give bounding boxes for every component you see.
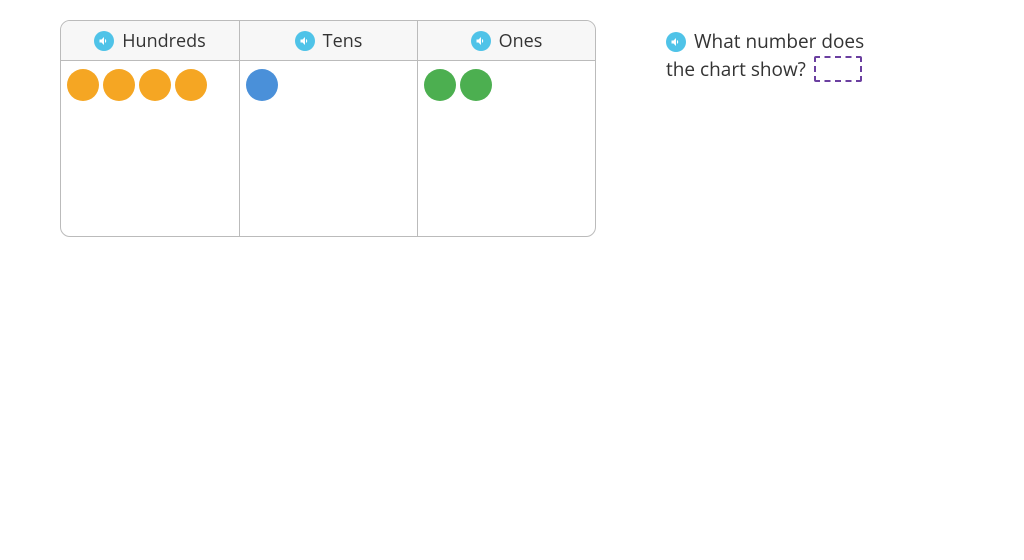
hundreds-dot (139, 69, 171, 101)
pv-header-tens: Tens (240, 21, 417, 61)
tens-dot (246, 69, 278, 101)
question-line-1: What number does (666, 28, 864, 56)
pv-column-hundreds: Hundreds (61, 21, 239, 236)
pv-header-label: Tens (323, 29, 363, 53)
ones-dot (424, 69, 456, 101)
question-text-2: the chart show? (666, 56, 806, 84)
question-panel: What number does the chart show? (666, 20, 864, 83)
speaker-icon[interactable] (94, 31, 114, 51)
ones-dot (460, 69, 492, 101)
answer-input[interactable] (814, 56, 862, 82)
speaker-icon[interactable] (295, 31, 315, 51)
hundreds-dot (103, 69, 135, 101)
pv-header-label: Ones (499, 29, 543, 53)
question-line-2: the chart show? (666, 56, 864, 84)
place-value-table: Hundreds Tens Ones (60, 20, 596, 237)
main-container: Hundreds Tens Ones What number does the ch… (0, 0, 1024, 237)
pv-column-tens: Tens (239, 21, 417, 236)
pv-body-tens (240, 61, 417, 236)
pv-header-ones: Ones (418, 21, 595, 61)
pv-body-ones (418, 61, 595, 236)
question-text-1: What number does (694, 28, 864, 56)
pv-body-hundreds (61, 61, 239, 236)
pv-header-hundreds: Hundreds (61, 21, 239, 61)
pv-column-ones: Ones (417, 21, 595, 236)
hundreds-dot (67, 69, 99, 101)
speaker-icon[interactable] (471, 31, 491, 51)
pv-header-label: Hundreds (122, 29, 205, 53)
speaker-icon[interactable] (666, 32, 686, 52)
hundreds-dot (175, 69, 207, 101)
